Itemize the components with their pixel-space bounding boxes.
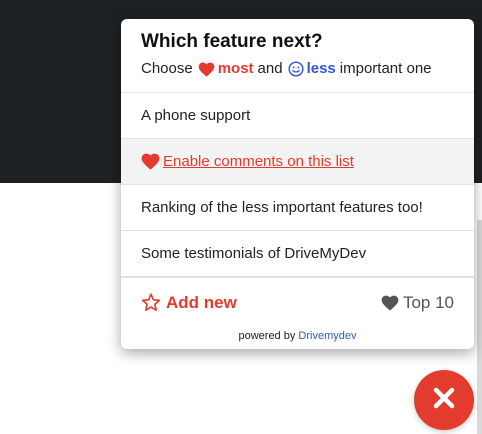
list-item-label: Some testimonials of DriveMyDev bbox=[141, 245, 367, 262]
scrollbar-edge[interactable] bbox=[477, 220, 482, 434]
heart-icon bbox=[198, 62, 215, 77]
less-label: less bbox=[306, 60, 336, 77]
close-button[interactable] bbox=[414, 370, 474, 430]
panel-header: Which feature next? Choose most and less… bbox=[121, 19, 474, 93]
feature-vote-panel: Which feature next? Choose most and less… bbox=[121, 19, 474, 349]
heart-icon bbox=[381, 295, 399, 311]
list-item[interactable]: A phone support bbox=[121, 93, 474, 139]
powered-by-text: powered by bbox=[238, 330, 296, 342]
list-item[interactable]: Ranking of the less important features t… bbox=[121, 185, 474, 231]
enable-comments-link[interactable]: Enable comments on this list bbox=[121, 139, 474, 185]
choose-text: Choose bbox=[141, 60, 193, 77]
add-new-button[interactable]: Add new bbox=[141, 293, 237, 313]
heart-icon bbox=[141, 153, 160, 170]
drivemydev-link[interactable]: Drivemydev bbox=[298, 330, 356, 342]
and-text: and bbox=[257, 60, 283, 77]
powered-by: powered by Drivemydev bbox=[121, 327, 474, 347]
list-item-label: Ranking of the less important features t… bbox=[141, 199, 423, 216]
enable-comments-label: Enable comments on this list bbox=[163, 153, 354, 170]
add-new-label: Add new bbox=[166, 292, 237, 312]
list-item-label: A phone support bbox=[141, 107, 251, 124]
star-outline-icon bbox=[141, 293, 161, 312]
most-label: most bbox=[217, 60, 254, 77]
panel-subtitle: Choose most and less important one bbox=[141, 59, 454, 79]
panel-footer: Add new Top 10 bbox=[121, 277, 474, 327]
top-10-label: Top 10 bbox=[402, 292, 454, 312]
top-10-button[interactable]: Top 10 bbox=[381, 293, 454, 313]
smile-icon bbox=[288, 61, 304, 77]
close-icon bbox=[433, 387, 455, 414]
list-item[interactable]: Some testimonials of DriveMyDev bbox=[121, 231, 474, 277]
important-one-text: important one bbox=[339, 60, 432, 77]
panel-title: Which feature next? bbox=[141, 31, 323, 52]
